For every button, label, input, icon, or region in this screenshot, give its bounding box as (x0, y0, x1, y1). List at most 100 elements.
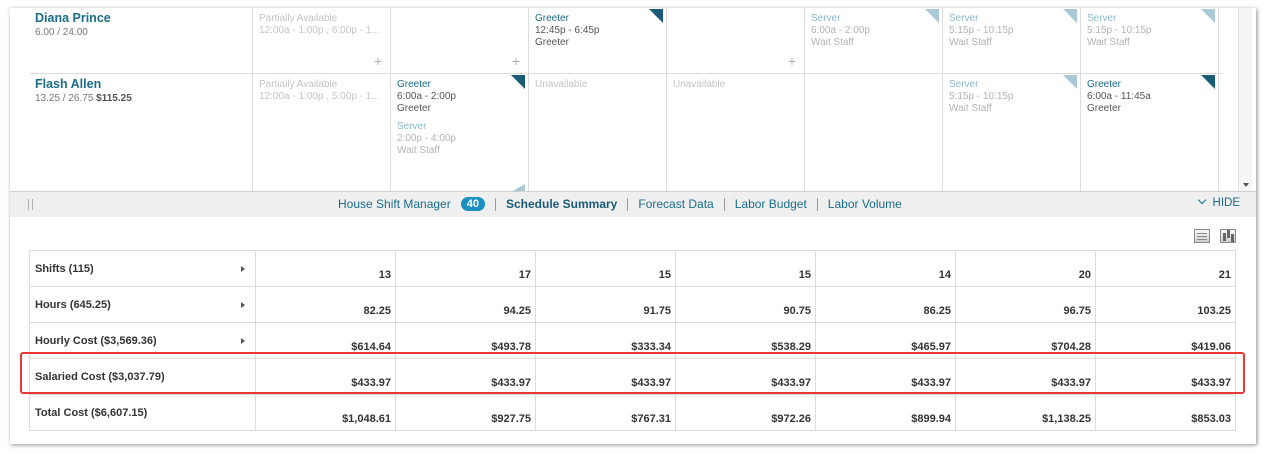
summary-cell: 90.75 (675, 286, 816, 323)
summary-row-label: Total Cost ($6,607.15) (29, 394, 256, 431)
schedule-grid: Diana Prince 6.00 / 24.00 Partially Availa… (10, 8, 1256, 191)
employee-name[interactable]: Diana Prince (35, 11, 247, 25)
vertical-scrollbar[interactable] (1238, 8, 1252, 191)
add-shift-icon[interactable]: + (788, 53, 796, 69)
summary-cell: 20 (955, 250, 1096, 287)
schedule-summary-table: Shifts (115) 13 17 15 15 14 20 21 Hours (645.25)… (29, 250, 1236, 431)
day-cell[interactable]: Unavailable (529, 74, 667, 191)
summary-row: Salaried Cost ($3,037.79) $433.97 $433.97 $… (29, 358, 1236, 395)
day-cell[interactable]: Server 5:15p - 10:15p Wait Staff (1081, 8, 1219, 73)
shift-block[interactable]: Server 6:00a - 2:00p Wait Staff (811, 13, 936, 49)
day-cell[interactable]: + (391, 8, 529, 73)
employee-name[interactable]: Flash Allen (35, 77, 247, 91)
summary-row-label[interactable]: Shifts (115) (29, 250, 256, 287)
employee-hours-value: 6.00 / 24.00 (35, 27, 88, 38)
shift-role: Partially Available (259, 79, 338, 90)
day-cell[interactable]: Greeter 6:00a - 11:45a Greeter (1081, 74, 1219, 191)
employee-cost: $115.25 (96, 93, 132, 104)
expand-arrow-icon[interactable] (241, 301, 245, 308)
published-corner-icon (1201, 75, 1215, 89)
day-cell[interactable]: Server 6:00a - 2:00p Wait Staff (805, 8, 943, 73)
shift-role: Unavailable (535, 79, 588, 90)
summary-cell: $767.31 (535, 394, 676, 431)
expand-arrow-icon[interactable] (241, 337, 245, 344)
schedule-row: Flash Allen 13.25 / 26.75 $115.25 Partiall… (30, 74, 1222, 191)
shift-position: Wait Staff (397, 145, 440, 156)
expand-arrow-icon[interactable] (241, 265, 245, 272)
drag-handle-icon[interactable] (28, 199, 33, 210)
shift-block[interactable]: Server 5:15p - 10:15p Wait Staff (1087, 13, 1212, 49)
summary-cell: $433.97 (815, 358, 956, 395)
employee-hours: 13.25 / 26.75 $115.25 (35, 93, 247, 104)
shift-role: Greeter (1087, 79, 1121, 90)
summary-cell: $433.97 (675, 358, 816, 395)
shift-position: Greeter (535, 37, 569, 48)
unpublished-corner-icon (1201, 9, 1215, 23)
summary-cell: $465.97 (815, 322, 956, 359)
shift-block[interactable]: Server 5:15p - 10:15p Wait Staff (949, 13, 1074, 49)
unpublished-corner-icon (925, 9, 939, 23)
summary-cell: $704.28 (955, 322, 1096, 359)
day-cell[interactable]: Server 5:15p - 10:15p Wait Staff (943, 74, 1081, 191)
tab-labor-volume[interactable]: Labor Volume (828, 197, 902, 211)
shift-position: Greeter (397, 103, 431, 114)
day-cell[interactable]: Server 5:15p - 10:15p Wait Staff (943, 8, 1081, 73)
shift-block[interactable]: Greeter 12:45p - 6:45p Greeter (535, 13, 660, 49)
summary-cell: 14 (815, 250, 956, 287)
shift-block[interactable]: Greeter 6:00a - 11:45a Greeter (1087, 79, 1212, 115)
summary-cell: 82.25 (255, 286, 396, 323)
tab-forecast-data[interactable]: Forecast Data (638, 197, 713, 211)
summary-cell: $433.97 (955, 358, 1096, 395)
hide-button[interactable]: HIDE (1197, 195, 1240, 209)
scroll-down-icon[interactable] (1243, 183, 1249, 187)
summary-cell: 13 (255, 250, 396, 287)
summary-row-label[interactable]: Hourly Cost ($3,569.36) (29, 322, 256, 359)
unpublished-corner-icon (511, 184, 525, 191)
shift-role: Partially Available (259, 13, 338, 24)
summary-row: Hours (645.25) 82.25 94.25 91.75 90.75 86.25 9… (29, 286, 1236, 323)
schedule-row: Diana Prince 6.00 / 24.00 Partially Availa… (30, 8, 1222, 74)
employee-cell[interactable]: Diana Prince 6.00 / 24.00 (30, 8, 253, 73)
shift-time: 2:00p - 4:00p (397, 133, 456, 144)
summary-cell: 94.25 (395, 286, 536, 323)
shift-role: Server (1087, 13, 1117, 24)
tab-schedule-summary[interactable]: Schedule Summary (506, 197, 617, 211)
summary-row-label[interactable]: Hours (645.25) (29, 286, 256, 323)
summary-cell: $853.03 (1095, 394, 1236, 431)
day-cell[interactable]: Partially Available 12:00a - 1:00p , 5:00… (253, 74, 391, 191)
summary-cell: 21 (1095, 250, 1236, 287)
day-cell[interactable]: Greeter 12:45p - 6:45p Greeter (529, 8, 667, 73)
view-toggle (1194, 229, 1236, 243)
unpublished-corner-icon (1063, 75, 1077, 89)
day-cell[interactable]: Partially Available 12:00a - 1:00p , 6:00… (253, 8, 391, 73)
chart-view-icon[interactable] (1220, 229, 1236, 243)
tab-house-shift-manager[interactable]: House Shift Manager (338, 197, 451, 211)
availability-note: Partially Available 12:00a - 1:00p , 6:00… (259, 13, 384, 37)
summary-cell: $433.97 (255, 358, 396, 395)
summary-cell: 17 (395, 250, 536, 287)
day-cell[interactable] (805, 74, 943, 191)
day-cell[interactable]: Greeter 6:00a - 2:00p Greeter Server 2:00p -… (391, 74, 529, 191)
summary-row: Total Cost ($6,607.15) $1,048.61 $927.75 $7… (29, 394, 1236, 431)
shift-position: Wait Staff (949, 103, 992, 114)
tab-labor-budget[interactable]: Labor Budget (735, 197, 807, 211)
shift-block[interactable]: Server 2:00p - 4:00p Wait Staff (397, 121, 522, 157)
summary-cell: $1,138.25 (955, 394, 1096, 431)
count-badge: 40 (460, 197, 485, 211)
shift-block[interactable]: Greeter 6:00a - 2:00p Greeter (397, 79, 522, 115)
shift-time: 6:00a - 2:00p (397, 91, 456, 102)
day-cell[interactable]: Unavailable (667, 74, 805, 191)
summary-cell: 86.25 (815, 286, 956, 323)
add-shift-icon[interactable]: + (374, 53, 382, 69)
shift-role: Unavailable (673, 79, 726, 90)
table-view-icon[interactable] (1194, 229, 1210, 243)
summary-cell: 103.25 (1095, 286, 1236, 323)
availability-note: Unavailable (673, 79, 798, 91)
shift-block[interactable]: Server 5:15p - 10:15p Wait Staff (949, 79, 1074, 115)
day-cell[interactable]: + (667, 8, 805, 73)
summary-cell: $614.64 (255, 322, 396, 359)
shift-time: 12:45p - 6:45p (535, 25, 600, 36)
employee-cell[interactable]: Flash Allen 13.25 / 26.75 $115.25 (30, 74, 253, 191)
shift-time: 12:00a - 1:00p , 6:00p - 1... (259, 25, 380, 36)
add-shift-icon[interactable]: + (512, 53, 520, 69)
